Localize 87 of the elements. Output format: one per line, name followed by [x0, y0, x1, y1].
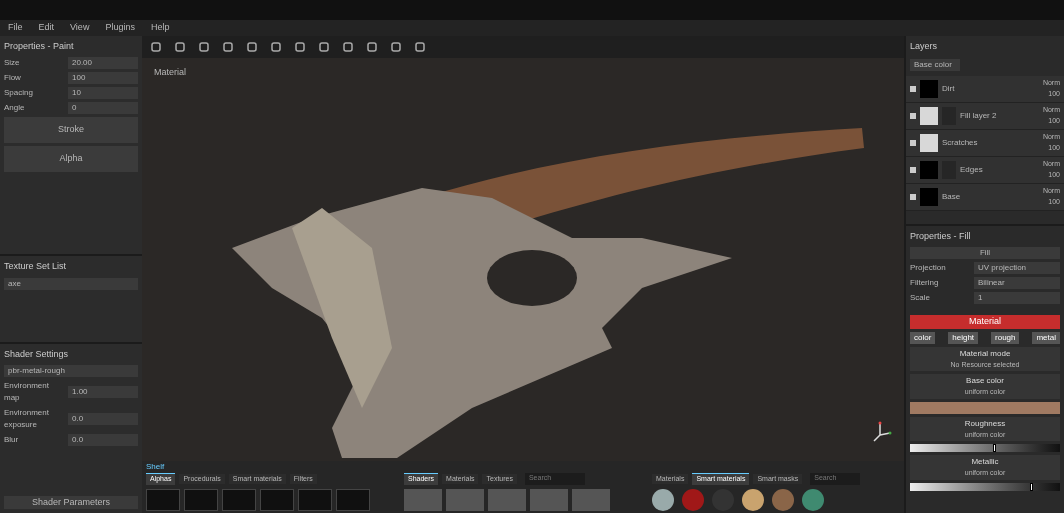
visibility-icon[interactable] [910, 193, 916, 200]
channel-toggle[interactable]: rough [991, 331, 1020, 344]
tool-icon[interactable] [246, 41, 258, 53]
panel-title: Properties - Paint [4, 40, 74, 54]
panel-title: Shelf [145, 461, 166, 473]
field-label: Flow [4, 72, 22, 84]
tool-icon[interactable] [414, 41, 426, 53]
tool-icon[interactable] [174, 41, 186, 53]
panel-title: Texture Set List [4, 260, 67, 274]
value-field[interactable]: pbr-metal-rough [4, 365, 138, 377]
value-field[interactable]: 1.00 [68, 386, 138, 398]
value-field[interactable]: 0.0 [68, 434, 138, 446]
texture-thumbnail[interactable] [488, 488, 526, 511]
layer-name: Base [942, 190, 962, 203]
texture-set-item[interactable]: axe [4, 278, 138, 290]
menu-item[interactable]: File [8, 21, 23, 35]
tool-icon[interactable] [366, 41, 378, 53]
panel-title: Layers [910, 40, 937, 54]
field-label: Projection [910, 262, 947, 274]
layer-name: Scratches [942, 136, 979, 149]
tool-icon[interactable] [270, 41, 282, 53]
value-field[interactable]: 0.0 [68, 413, 138, 425]
alpha-thumbnail[interactable] [260, 488, 294, 511]
value-slider[interactable] [910, 482, 1060, 491]
parameter-title: Base color [966, 375, 1004, 387]
channel-toggle[interactable]: color [910, 331, 936, 344]
tool-icon[interactable] [222, 41, 234, 53]
visibility-icon[interactable] [910, 85, 916, 92]
field-label: Environment exposure [4, 407, 50, 431]
value-field[interactable]: 1 [974, 292, 1060, 304]
tool-icon[interactable] [318, 41, 330, 53]
field-label: Angle [4, 102, 26, 114]
slider-thumb[interactable] [992, 444, 996, 452]
value-field[interactable]: 20.00 [68, 57, 138, 69]
channel-toggle[interactable]: height [948, 331, 979, 344]
field-label: Environment map [4, 380, 50, 404]
value-field[interactable]: 0 [68, 102, 138, 114]
value-field[interactable]: 10 [68, 87, 138, 99]
slider-thumb[interactable] [1030, 482, 1033, 491]
color-swatch[interactable] [910, 401, 1060, 414]
section-button[interactable]: Alpha [4, 146, 138, 172]
field-label: Spacing [4, 87, 34, 99]
panel-title: Properties - Fill [910, 230, 971, 244]
texture-thumbnail[interactable] [404, 488, 442, 511]
menu-item[interactable]: View [70, 21, 90, 35]
tool-icon[interactable] [390, 41, 402, 53]
value-field[interactable]: Bilinear [974, 277, 1060, 289]
visibility-icon[interactable] [910, 112, 916, 119]
alpha-thumbnail[interactable] [184, 488, 218, 511]
field-label: Size [4, 57, 21, 69]
parameter-title: Metallic [971, 456, 999, 468]
tool-icon[interactable] [150, 41, 162, 53]
alpha-thumbnail[interactable] [222, 488, 256, 511]
panel-title: Shader Settings [4, 348, 69, 362]
section-header[interactable]: Fill [910, 247, 1060, 259]
field-label: Blur [4, 434, 20, 446]
texture-thumbnail[interactable] [572, 488, 610, 511]
menu-item[interactable]: Edit [38, 21, 55, 35]
parameter-title: Roughness [964, 417, 1006, 430]
field-label: Filtering [910, 277, 940, 289]
section-button[interactable]: Stroke [4, 117, 138, 143]
visibility-icon[interactable] [910, 139, 916, 146]
alpha-thumbnail[interactable] [146, 488, 180, 511]
tool-icon[interactable] [294, 41, 306, 53]
section-header[interactable]: Shader Parameters [4, 495, 138, 509]
section-header[interactable]: Material [910, 315, 1060, 329]
menu-item[interactable]: Help [150, 21, 170, 35]
channel-toggle[interactable]: metal [1032, 331, 1060, 344]
parameter-title: Material mode [959, 347, 1011, 360]
viewport-label: Material [154, 66, 186, 79]
menu-item[interactable]: Plugins [105, 21, 135, 35]
alpha-thumbnail[interactable] [298, 488, 332, 511]
blend-dropdown[interactable]: Base color [910, 59, 960, 71]
axis-gizmo-icon [872, 421, 892, 443]
texture-thumbnail[interactable] [530, 488, 568, 511]
visibility-icon[interactable] [910, 166, 916, 173]
layer-name: Dirt [942, 82, 956, 95]
tool-icon[interactable] [198, 41, 210, 53]
layer-name: Edges [960, 163, 984, 176]
value-slider[interactable] [910, 444, 1060, 452]
layer-name: Fill layer 2 [960, 109, 998, 122]
texture-thumbnail[interactable] [446, 488, 484, 511]
value-field[interactable]: UV projection [974, 262, 1060, 274]
value-field[interactable]: 100 [68, 72, 138, 84]
field-label: Scale [910, 292, 931, 304]
alpha-thumbnail[interactable] [336, 488, 370, 511]
tool-icon[interactable] [342, 41, 354, 53]
